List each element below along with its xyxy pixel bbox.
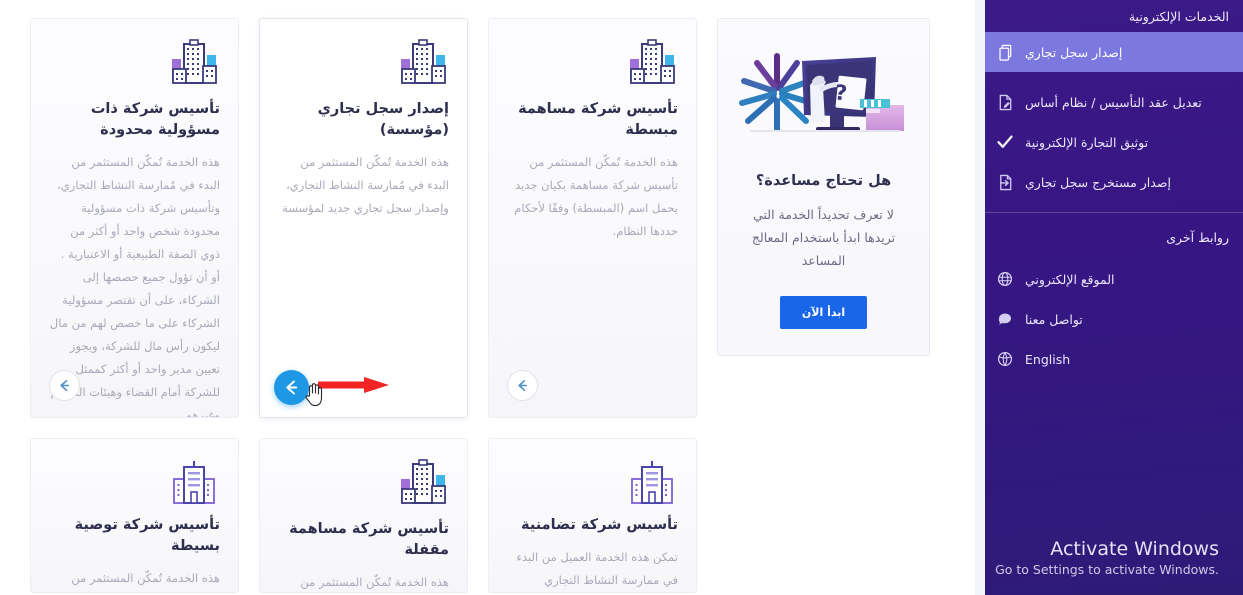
service-card-title: تأسيس شركة تضامنية <box>521 517 678 533</box>
grid-column-1: تأسيس شركة ذات مسؤولية محدودة هذه الخدمة… <box>30 18 239 593</box>
sidebar-link-contact-us[interactable]: تواصل معنا <box>985 299 1243 339</box>
sidebar-item-label: تعديل عقد التأسيس / نظام أساس <box>1025 94 1202 110</box>
office-building-outline-icon <box>168 459 220 511</box>
service-card-simplified-joint-stock[interactable]: تأسيس شركة مساهمة مبسطة هذه الخدمة تُمكّ… <box>488 18 697 418</box>
service-card-go-button[interactable] <box>274 370 323 407</box>
help-card-title: هل تحتاج مساعدة؟ <box>755 173 892 189</box>
sidebar-item-label: توثيق التجارة الإلكترونية <box>1025 134 1149 150</box>
arrow-left-icon <box>286 380 298 395</box>
sidebar-link-label: English <box>1025 351 1071 367</box>
service-grid: تأسيس شركة ذات مسؤولية محدودة هذه الخدمة… <box>0 0 985 593</box>
service-card-go-button[interactable] <box>49 370 80 401</box>
sidebar: الخدمات الإلكترونية إصدار سجل تجاري تعدي… <box>985 0 1243 595</box>
office-building-outline-icon <box>626 459 678 511</box>
service-card-go-button[interactable] <box>507 370 538 401</box>
service-card-description: هذه الخدمة تُمكّن المستثمر من البدء في م… <box>71 571 220 586</box>
grid-column-4: ? هل تحتاج مساعدة؟ لا تعرف تحديداً الخدم… <box>717 18 930 593</box>
export-document-icon <box>995 172 1015 192</box>
sidebar-item-amend-articles[interactable]: تعديل عقد التأسيس / نظام أساس <box>985 82 1243 122</box>
documents-icon <box>995 42 1015 62</box>
sidebar-item-ecommerce-authentication[interactable]: توثيق التجارة الإلكترونية <box>985 122 1243 162</box>
sidebar-other-links-header: روابط آخرى <box>1166 229 1229 245</box>
sidebar-divider <box>985 212 1243 213</box>
sidebar-item-label: إصدار سجل تجاري <box>1025 44 1123 60</box>
red-pointer-arrow <box>318 377 389 393</box>
language-globe-icon <box>995 349 1015 369</box>
chat-bubble-icon <box>995 309 1015 329</box>
main-content: تأسيس شركة ذات مسؤولية محدودة هذه الخدمة… <box>0 0 985 595</box>
office-buildings-icon <box>397 459 449 515</box>
sidebar-link-label: الموقع الإلكتروني <box>1025 271 1115 287</box>
svg-text:?: ? <box>833 80 848 105</box>
sidebar-header: الخدمات الإلكترونية <box>1128 8 1229 24</box>
hand-pointer-cursor <box>305 383 323 407</box>
content-sidebar-seam <box>975 0 985 595</box>
service-card-general-partnership[interactable]: تأسيس شركة تضامنية تمكن هذه الخدمة العمي… <box>488 438 697 593</box>
sidebar-item-issue-commercial-register[interactable]: إصدار سجل تجاري <box>985 32 1243 72</box>
service-card-llc[interactable]: تأسيس شركة ذات مسؤولية محدودة هذه الخدمة… <box>30 18 239 418</box>
service-card-commercial-register[interactable]: إصدار سجل تجاري (مؤسسة) هذه الخدمة تُمكّ… <box>259 18 468 418</box>
sidebar-link-language-english[interactable]: English <box>985 339 1243 379</box>
service-card-title: تأسيس شركة توصية بسيطة <box>74 517 220 555</box>
arrow-left-icon <box>60 380 70 391</box>
help-card-body: لا تعرف تحديداً الخدمة التي تريدها ابدأ … <box>751 207 896 269</box>
service-card-description: هذه الخدمة تُمكّن المستثمر من تأسيس شركة… <box>514 155 678 239</box>
service-card-closed-joint-stock[interactable]: تأسيس شركة مساهمة مقفلة هذه الخدمة تُمكّ… <box>259 438 468 593</box>
help-card: ? هل تحتاج مساعدة؟ لا تعرف تحديداً الخدم… <box>717 18 930 357</box>
office-buildings-icon <box>626 39 678 95</box>
activate-windows-watermark: Activate Windows Go to Settings to activ… <box>995 538 1219 577</box>
service-card-title: تأسيس شركة مساهمة مبسطة <box>518 101 678 139</box>
globe-icon <box>995 269 1015 289</box>
app-root: تأسيس شركة ذات مسؤولية محدودة هذه الخدمة… <box>0 0 1243 595</box>
office-buildings-icon <box>168 39 220 95</box>
grid-column-2: إصدار سجل تجاري (مؤسسة) هذه الخدمة تُمكّ… <box>259 18 468 593</box>
office-buildings-icon <box>397 39 449 95</box>
check-icon <box>995 132 1015 152</box>
help-illustration: ? <box>738 53 904 132</box>
service-card-title: تأسيس شركة ذات مسؤولية محدودة <box>90 101 220 139</box>
service-card-description: هذه الخدمة تُمكّن المستثمر من تأسيس شركة… <box>300 575 449 590</box>
service-card-title: إصدار سجل تجاري (مؤسسة) <box>317 101 449 139</box>
service-card-description: تمكن هذه الخدمة العميل من البدء في ممارس… <box>516 550 678 588</box>
watermark-subtitle: Go to Settings to activate Windows. <box>995 562 1219 577</box>
watermark-title: Activate Windows <box>1050 538 1219 560</box>
sidebar-link-label: تواصل معنا <box>1025 311 1083 327</box>
service-card-description: هذه الخدمة تُمكّن المستثمر من البدء في م… <box>282 155 449 216</box>
service-card-simple-limited-partnership[interactable]: تأسيس شركة توصية بسيطة هذه الخدمة تُمكّن… <box>30 438 239 593</box>
sidebar-link-website[interactable]: الموقع الإلكتروني <box>985 259 1243 299</box>
sidebar-item-issue-register-extract[interactable]: إصدار مستخرج سجل تجاري <box>985 162 1243 202</box>
service-card-title: تأسيس شركة مساهمة مقفلة <box>289 521 449 559</box>
grid-column-3: تأسيس شركة مساهمة مبسطة هذه الخدمة تُمكّ… <box>488 18 697 593</box>
edit-document-icon <box>995 92 1015 112</box>
sidebar-item-label: إصدار مستخرج سجل تجاري <box>1025 174 1171 190</box>
start-now-button[interactable]: ابدأ الآن <box>779 296 868 330</box>
arrow-left-icon <box>518 380 528 391</box>
